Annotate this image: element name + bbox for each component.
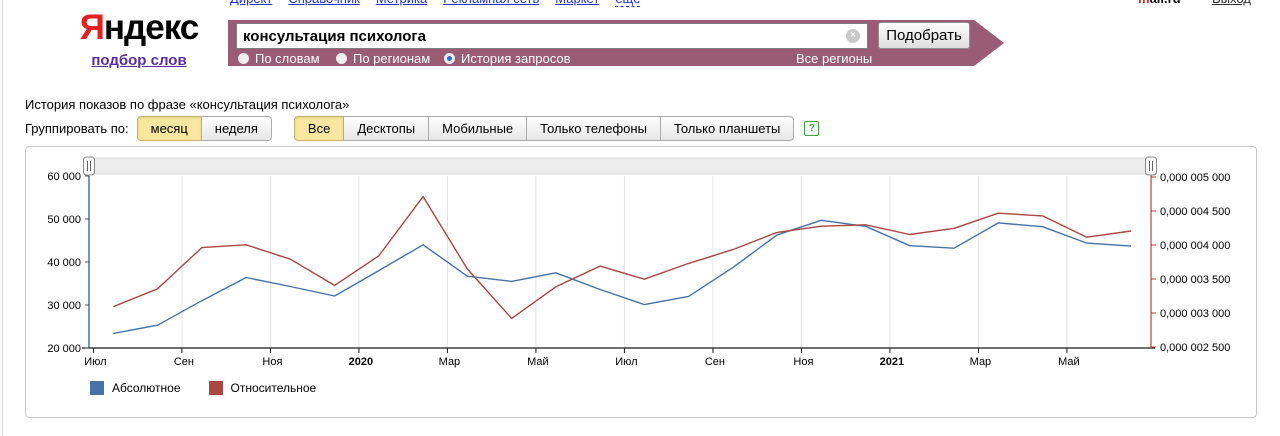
x-axis-label: Сен	[174, 356, 194, 368]
window-edge	[2, 0, 3, 436]
device-all-button[interactable]: Все	[293, 115, 345, 141]
device-mobile-button[interactable]: Мобильные	[428, 115, 528, 141]
user-login-text: ail.ru	[1150, 0, 1181, 6]
nav-link-more[interactable]: ещё	[615, 0, 641, 7]
legend-item-relative[interactable]: Относительное	[208, 381, 317, 395]
group-month-button[interactable]: месяц	[136, 115, 202, 141]
x-axis-label: Июл	[615, 356, 637, 368]
mode-by-regions[interactable]: По регионам	[336, 51, 430, 66]
page-title: История показов по фразе «консультация п…	[25, 97, 350, 112]
x-axis-label: Мар	[970, 356, 992, 368]
right-axis-label: 0,000 003 000	[1160, 308, 1230, 320]
range-slider-track[interactable]	[88, 157, 1152, 175]
legend-item-absolute[interactable]: Абсолютное	[90, 381, 181, 395]
radio-selected-icon[interactable]	[444, 53, 455, 64]
mode-history[interactable]: История запросов	[444, 51, 571, 66]
help-icon[interactable]: ?	[804, 120, 820, 136]
x-axis-label: Май	[527, 356, 549, 368]
nav-link-ad-network[interactable]: Рекламная сеть	[443, 0, 539, 6]
mode-label: История запросов	[461, 51, 571, 66]
range-slider-left-grip[interactable]	[83, 156, 95, 176]
nav-link-spravochnik[interactable]: Справочник	[288, 0, 360, 6]
radio-icon[interactable]	[238, 53, 249, 64]
chart-panel: 60 000 50 000 40 000 30 000 20 000 0,000 005 …	[25, 146, 1257, 418]
page: Директ Справочник Метрика Рекламная сеть Мар…	[0, 0, 1280, 436]
mode-label: По словам	[255, 51, 320, 66]
device-tablets-button[interactable]: Только планшеты	[659, 115, 795, 141]
group-by-buttons: месяц неделя	[136, 115, 272, 141]
x-axis-label: Мар	[439, 356, 461, 368]
submit-button[interactable]: Подобрать	[878, 22, 970, 49]
controls-row: Группировать по: месяц неделя Все Дескто…	[25, 115, 820, 141]
device-phones-button[interactable]: Только телефоны	[526, 115, 661, 141]
x-axis-label: Сен	[705, 356, 725, 368]
nav-link-market[interactable]: Маркет	[555, 0, 599, 6]
x-axis-label: 2021	[880, 356, 904, 368]
search-input[interactable]	[236, 23, 868, 49]
legend-label: Относительное	[230, 381, 317, 395]
group-week-button[interactable]: неделя	[200, 115, 272, 141]
mode-by-words[interactable]: По словам	[238, 51, 320, 66]
device-desktop-button[interactable]: Десктопы	[343, 115, 430, 141]
radio-icon[interactable]	[336, 53, 347, 64]
logout-link[interactable]: Выход	[1212, 0, 1251, 6]
right-axis-label: 0,000 004 500	[1160, 206, 1230, 218]
x-axis-label: Ноя	[262, 356, 282, 368]
x-axis-label: Июл	[84, 356, 106, 368]
nav-link-direct[interactable]: Директ	[230, 0, 272, 6]
left-axis-label: 30 000	[47, 300, 81, 312]
legend-swatch-blue	[90, 381, 104, 395]
device-filter-buttons: Все Десктопы Мобильные Только телефоны Т…	[293, 115, 795, 141]
x-axis-label: 2020	[349, 356, 373, 368]
right-axis-label: 0,000 005 000	[1160, 172, 1230, 184]
x-axis-label: Май	[1058, 356, 1080, 368]
mode-label: По регионам	[353, 51, 431, 66]
left-axis-label: 50 000	[47, 214, 81, 226]
yandex-logo[interactable]: Яндекс	[64, 10, 214, 46]
left-axis-label: 60 000	[47, 171, 81, 183]
search-mode-row: По словам По регионам История запросов В…	[0, 51, 1280, 67]
nav-link-metrika[interactable]: Метрика	[376, 0, 427, 6]
range-slider-right-grip[interactable]	[1145, 156, 1157, 176]
x-axis-label: Ноя	[793, 356, 813, 368]
chart-legend: Абсолютное Относительное	[26, 381, 316, 395]
left-axis-label: 20 000	[47, 343, 81, 355]
right-axis-label: 0,000 003 500	[1160, 274, 1230, 286]
legend-label: Абсолютное	[112, 381, 181, 395]
top-nav: Директ Справочник Метрика Рекламная сеть Мар…	[0, 0, 1280, 8]
right-axis-label: 0,000 002 500	[1160, 342, 1230, 354]
all-regions-link[interactable]: Все регионы	[796, 51, 873, 67]
left-axis-label: 40 000	[47, 257, 81, 269]
history-chart: 60 000 50 000 40 000 30 000 20 000 0,000 005 …	[47, 156, 1230, 368]
right-axis-label: 0,000 004 000	[1160, 240, 1230, 252]
group-by-label: Группировать по:	[25, 120, 129, 136]
legend-swatch-red	[208, 381, 223, 395]
clear-input-icon[interactable]: ×	[846, 29, 860, 43]
user-login: mail.ru	[1138, 0, 1181, 6]
